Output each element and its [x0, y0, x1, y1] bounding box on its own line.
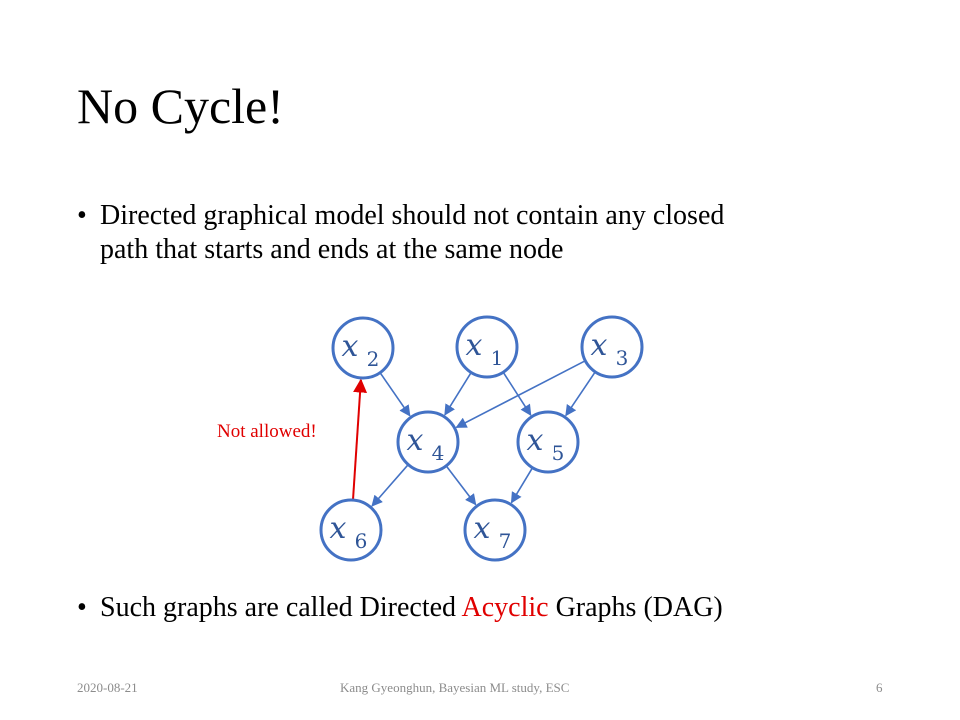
node-subscript: 3 [616, 346, 629, 370]
node-symbol: x [330, 511, 347, 546]
node-symbol: x [407, 423, 424, 458]
dag-text-suffix: Graphs (DAG) [548, 592, 723, 623]
node-subscript: 6 [355, 529, 368, 553]
edge-x4-to-x7 [446, 466, 477, 506]
node-symbol: x [591, 328, 608, 363]
bullet-text: Such graphs are called Directed Acyclic … [100, 591, 723, 625]
node-subscript: 4 [432, 441, 445, 465]
edge-x2-to-x4 [379, 373, 411, 417]
slide-number: 6 [876, 680, 883, 695]
edge-x4-to-x6 [371, 464, 409, 507]
node-symbol: x [466, 328, 483, 363]
nodes-layer: x 2 x 1 x 3x 4 x 5x 6 x 7 [319, 315, 644, 562]
dag-text-prefix: Such graphs are called Directed [100, 592, 462, 623]
edge-x1-to-x4 [444, 372, 472, 416]
edge-x3-to-x5 [565, 372, 596, 417]
edge-x1-to-x5 [503, 372, 532, 417]
node-subscript: 5 [552, 441, 565, 465]
node-x5: x5 [516, 410, 580, 474]
footer-author: Kang Gyeonghun, Bayesian ML study, ESC [340, 680, 570, 695]
not-allowed-annotation: Not allowed! [217, 421, 317, 442]
bullet-marker: • [77, 592, 87, 623]
node-subscript: 7 [499, 529, 512, 553]
node-x6: x6 [319, 498, 383, 562]
node-symbol: x [527, 423, 544, 458]
node-x4: x4 [396, 410, 460, 474]
node-subscript: 2 [367, 347, 380, 371]
forbidden-edge-x6-to-x2 [352, 378, 368, 500]
node-symbol: x [474, 511, 491, 546]
node-x3: x3 [580, 315, 644, 379]
footer-date: 2020-08-21 [77, 680, 138, 695]
acyclic-highlight: Acyclic [461, 592, 549, 623]
node-x1: x1 [455, 315, 519, 379]
node-symbol: x [342, 329, 359, 364]
node-x2: x2 [331, 316, 395, 380]
node-x7: x7 [463, 498, 527, 562]
edge-x5-to-x7 [510, 468, 533, 504]
node-subscript: 1 [491, 346, 504, 370]
